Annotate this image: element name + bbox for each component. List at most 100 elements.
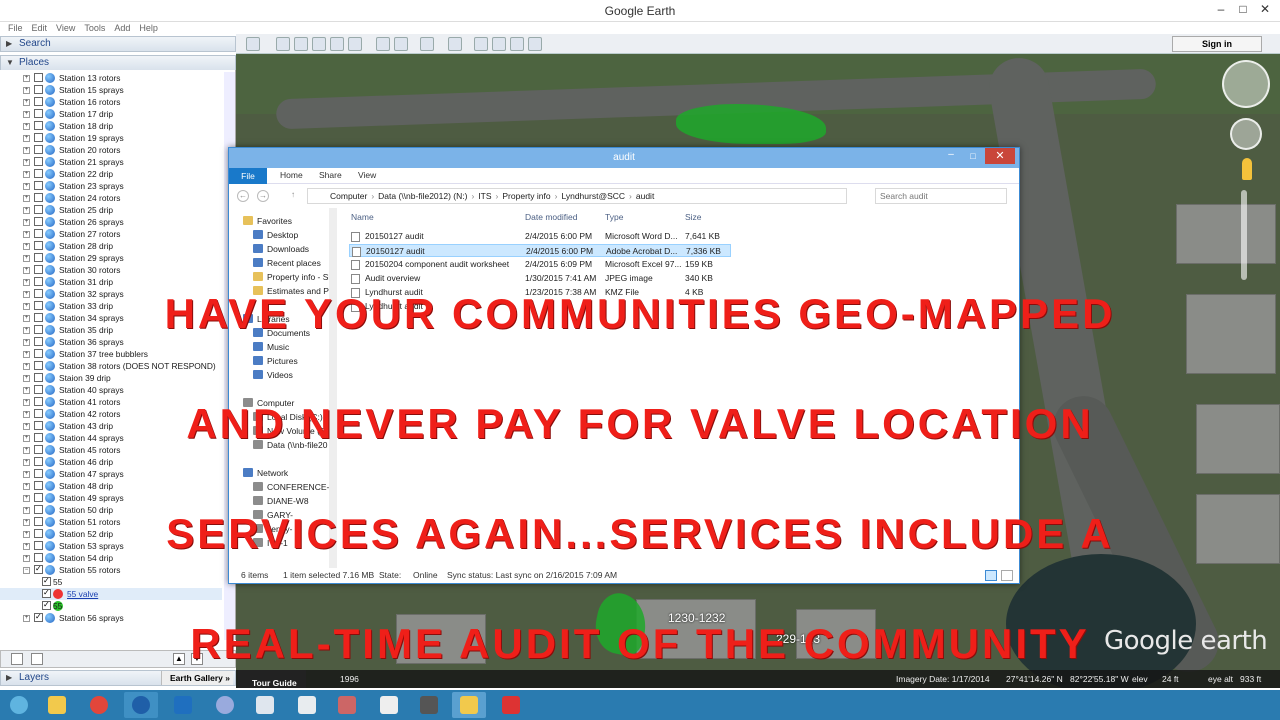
expand-icon[interactable]: + (23, 483, 30, 490)
expand-icon[interactable]: − (23, 567, 30, 574)
visibility-checkbox[interactable] (42, 599, 51, 611)
visibility-checkbox[interactable] (34, 277, 43, 286)
sunlight-icon[interactable] (394, 37, 408, 51)
signin-button[interactable]: Sign in (1172, 36, 1262, 52)
expand-icon[interactable]: + (23, 159, 30, 166)
visibility-checkbox[interactable] (34, 121, 43, 130)
zoom-slider[interactable] (1241, 190, 1247, 280)
tour-icon[interactable] (348, 37, 362, 51)
visibility-checkbox[interactable] (34, 457, 43, 466)
menu-file[interactable]: File (8, 22, 23, 34)
chrome-taskbar-icon[interactable] (82, 692, 116, 718)
breadcrumb-segment[interactable]: Computer (330, 191, 367, 201)
expand-icon[interactable]: + (23, 135, 30, 142)
street-view-pegman-icon[interactable] (1242, 158, 1252, 180)
nav-item[interactable]: Desktop (253, 230, 298, 240)
visibility-checkbox[interactable] (34, 361, 43, 370)
expand-icon[interactable]: + (23, 375, 30, 382)
breadcrumb-segment[interactable]: Property info (502, 191, 550, 201)
planet-icon[interactable] (420, 37, 434, 51)
explorer-close-button[interactable]: ✕ (985, 148, 1015, 164)
look-around-icon[interactable] (1222, 60, 1270, 108)
back-icon[interactable]: ← (237, 190, 249, 202)
address-bar[interactable]: Computer › Data (\\nb-file2012) (N:) › ITS › P… (307, 188, 847, 204)
expand-icon[interactable]: + (23, 459, 30, 466)
breadcrumb-chevron-icon[interactable]: › (555, 191, 558, 201)
column-date-modified[interactable]: Date modified (525, 212, 577, 222)
expand-icon[interactable]: + (23, 195, 30, 202)
visibility-checkbox[interactable] (34, 97, 43, 106)
start-button[interactable] (2, 692, 36, 718)
google-earth-taskbar-icon[interactable] (124, 692, 158, 718)
visibility-checkbox[interactable] (34, 469, 43, 478)
breadcrumb-chevron-icon[interactable]: › (496, 191, 499, 201)
ribbon-tab-file[interactable]: File (229, 168, 267, 184)
visibility-checkbox[interactable] (34, 181, 43, 190)
visibility-checkbox[interactable] (34, 337, 43, 346)
expand-icon[interactable]: + (23, 363, 30, 370)
nav-item[interactable]: Property info - Sh (253, 272, 333, 282)
path-icon[interactable] (312, 37, 326, 51)
menu-edit[interactable]: Edit (32, 22, 48, 34)
expand-icon[interactable]: + (23, 171, 30, 178)
up-icon[interactable]: ↑ (287, 190, 299, 202)
expand-icon[interactable]: + (23, 495, 30, 502)
move-icon[interactable] (1230, 118, 1262, 150)
nav-item[interactable]: CONFERENCE-W (253, 482, 333, 492)
recorder-taskbar-icon[interactable] (494, 692, 528, 718)
acrobat-taskbar-icon[interactable] (372, 692, 406, 718)
expand-icon[interactable]: + (23, 111, 30, 118)
camera-taskbar-icon[interactable] (412, 692, 446, 718)
expand-icon[interactable]: + (23, 279, 30, 286)
visibility-checkbox[interactable] (34, 145, 43, 154)
nav-item[interactable]: DIANE-W8 (253, 496, 309, 506)
details-view-icon[interactable] (985, 570, 997, 581)
earth-gallery-button[interactable]: Earth Gallery » (161, 671, 233, 685)
nav-item[interactable]: Videos (253, 370, 293, 380)
visibility-checkbox[interactable] (34, 109, 43, 118)
nav-section-header[interactable]: Favorites (243, 216, 292, 226)
file-row[interactable]: Audit overview 1/30/2015 7:41 AM JPEG imag… (349, 272, 731, 285)
large-icons-view-icon[interactable] (1001, 570, 1013, 581)
expand-icon[interactable]: + (23, 207, 30, 214)
places-panel-header[interactable]: ▼ Places (0, 55, 236, 71)
breadcrumb-chevron-icon[interactable]: › (629, 191, 632, 201)
tour-guide-button[interactable]: Tour Guide (238, 670, 306, 688)
visibility-checkbox[interactable] (34, 481, 43, 490)
file-row[interactable]: 20150127 audit 2/4/2015 6:00 PM Microsoft … (349, 230, 731, 243)
overlay-icon[interactable] (330, 37, 344, 51)
visibility-checkbox[interactable] (34, 349, 43, 358)
breadcrumb-chevron-icon[interactable]: › (471, 191, 474, 201)
visibility-checkbox[interactable] (34, 85, 43, 94)
expand-icon[interactable]: + (23, 231, 30, 238)
explorer-taskbar-icon-active[interactable] (452, 692, 486, 718)
expand-icon[interactable]: + (23, 339, 30, 346)
expand-icon[interactable]: + (23, 387, 30, 394)
file-explorer-taskbar-icon[interactable] (40, 692, 74, 718)
visibility-checkbox[interactable] (34, 493, 43, 502)
visibility-checkbox[interactable] (34, 563, 43, 575)
placemark-icon[interactable] (276, 37, 290, 51)
expand-icon[interactable]: + (23, 351, 30, 358)
expand-icon[interactable]: + (23, 255, 30, 262)
remote-desktop-taskbar-icon[interactable] (290, 692, 324, 718)
menu-add[interactable]: Add (114, 22, 130, 34)
ruler-icon[interactable] (448, 37, 462, 51)
column-size[interactable]: Size (685, 212, 702, 222)
menu-help[interactable]: Help (139, 22, 158, 34)
breadcrumb-segment[interactable]: audit (636, 191, 654, 201)
ribbon-tab-view[interactable]: View (358, 170, 376, 180)
nav-item[interactable]: Music (253, 342, 289, 352)
close-button[interactable]: ✕ (1250, 0, 1280, 20)
visibility-checkbox[interactable] (34, 217, 43, 226)
visibility-checkbox[interactable] (34, 373, 43, 382)
column-type[interactable]: Type (605, 212, 623, 222)
visibility-checkbox[interactable] (34, 253, 43, 262)
maps-icon[interactable] (528, 37, 542, 51)
expand-icon[interactable]: + (23, 447, 30, 454)
breadcrumb-segment[interactable]: ITS (478, 191, 491, 201)
visibility-checkbox[interactable] (34, 205, 43, 214)
visibility-checkbox[interactable] (34, 133, 43, 142)
search-input[interactable]: Search audit (875, 188, 1007, 204)
visibility-checkbox[interactable] (34, 385, 43, 394)
